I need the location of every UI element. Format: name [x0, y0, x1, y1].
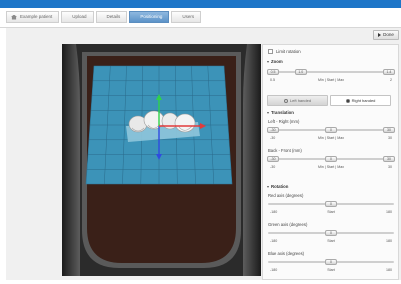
zoom-slider-track: [268, 71, 394, 73]
green-axis-scale: -180 Start 180: [268, 239, 394, 245]
left-right-start-handle[interactable]: 0: [325, 127, 337, 133]
crumb-positioning[interactable]: Positioning: [129, 11, 170, 23]
blue-axis-handle[interactable]: 0: [325, 259, 337, 265]
limit-rotation-label: Limit rotation: [276, 49, 301, 54]
scale-min: -30: [270, 136, 276, 140]
crumb-example-patient[interactable]: Example patient: [6, 11, 60, 23]
green-axis-label: Green axis (degrees): [268, 222, 308, 227]
crumb-label: Example patient: [20, 14, 53, 19]
collapse-icon: [267, 185, 269, 188]
scale-max: 180: [386, 268, 392, 272]
scale-min: 0.5: [270, 78, 275, 82]
scale-min: -180: [270, 268, 278, 272]
3d-viewport[interactable]: [62, 44, 261, 276]
left-handed-button[interactable]: Left handed: [267, 95, 328, 106]
scale-max: 30: [388, 136, 392, 140]
window-title-strip: [0, 0, 401, 8]
scale-mid: Min | Start | Max: [317, 165, 345, 169]
crumb-label: Details: [106, 14, 121, 19]
radio-icon: [283, 98, 288, 103]
zoom-slider[interactable]: 0.5 1.0 1.4: [267, 69, 395, 75]
back-front-label: Back - Front (mm): [268, 148, 302, 153]
zoom-scale: 0.5 Min | Start | Max 2: [268, 78, 394, 84]
blue-axis-label: Blue axis (degrees): [268, 251, 305, 256]
zoom-heading-label: Zoom: [271, 59, 283, 64]
right-handed-button[interactable]: Right handed: [330, 95, 391, 106]
viewport-right-wall: [243, 44, 261, 276]
crumb-users[interactable]: Users: [171, 11, 202, 23]
viewport-left-wall: [62, 44, 80, 276]
rotation-heading[interactable]: Rotation: [267, 184, 288, 189]
red-axis-handle[interactable]: 0: [325, 201, 337, 207]
settings-panel: Limit rotation Zoom 0.5 1.0 1.4 0.5 Min …: [262, 44, 399, 280]
zoom-max-handle[interactable]: 1.4: [382, 69, 395, 75]
scale-max: 180: [386, 210, 392, 214]
translation-heading-label: Translation: [271, 110, 294, 115]
crumb-label: Upload: [72, 14, 87, 19]
scale-mid: Min | Start | Max: [317, 78, 345, 82]
scale-max: 180: [386, 239, 392, 243]
green-axis-handle[interactable]: 0: [325, 230, 337, 236]
home-icon: [11, 14, 17, 20]
scale-min: -30: [270, 165, 276, 169]
crumb-details[interactable]: Details: [95, 11, 128, 23]
limit-rotation-checkbox[interactable]: [268, 49, 273, 54]
rotation-heading-label: Rotation: [271, 184, 289, 189]
scale-mid: Min | Start | Max: [317, 136, 345, 140]
left-right-scale: -30 Min | Start | Max 30: [268, 136, 394, 142]
scale-max: 30: [388, 165, 392, 169]
red-axis-slider[interactable]: 0: [268, 201, 394, 207]
crumb-label: Users: [182, 14, 195, 19]
left-right-max-handle[interactable]: 30: [382, 127, 395, 133]
play-icon: [378, 33, 382, 37]
left-right-slider[interactable]: -30 0 30: [267, 127, 395, 133]
collapse-icon: [267, 111, 269, 114]
breadcrumb: Example patient Upload Details Positioni…: [6, 10, 203, 24]
green-axis-slider[interactable]: 0: [268, 230, 394, 236]
zoom-start-handle[interactable]: 1.0: [294, 69, 307, 75]
scale-max: 2: [390, 78, 392, 82]
blue-axis-slider[interactable]: 0: [268, 259, 394, 265]
back-front-min-handle[interactable]: -30: [267, 156, 280, 162]
back-front-scale: -30 Min | Start | Max 30: [268, 165, 394, 171]
scale-mid: Start: [327, 268, 335, 272]
crumb-upload[interactable]: Upload: [61, 11, 94, 23]
left-right-label: Left - Right (mm): [268, 119, 300, 124]
scale-min: -180: [270, 210, 278, 214]
left-right-min-handle[interactable]: -30: [267, 127, 280, 133]
translation-heading[interactable]: Translation: [267, 110, 294, 115]
limit-rotation-row[interactable]: Limit rotation: [268, 49, 301, 54]
left-handed-label: Left handed: [289, 98, 312, 103]
application-window: Example patient Upload Details Positioni…: [0, 0, 401, 284]
zoom-min-handle[interactable]: 0.5: [267, 69, 280, 75]
scale-min: -180: [270, 239, 278, 243]
right-handed-label: Right handed: [351, 98, 376, 103]
crumb-label: Positioning: [140, 14, 163, 19]
back-front-max-handle[interactable]: 30: [382, 156, 395, 162]
done-button[interactable]: Done: [373, 30, 399, 40]
back-front-start-handle[interactable]: 0: [325, 156, 337, 162]
zoom-heading[interactable]: Zoom: [267, 59, 283, 64]
back-front-slider[interactable]: -30 0 30: [267, 156, 395, 162]
red-axis-label: Red axis (degrees): [268, 193, 304, 198]
collapse-icon: [267, 60, 269, 63]
red-axis-scale: -180 Start 180: [268, 210, 394, 216]
done-label: Done: [383, 32, 394, 37]
viewport-canvas[interactable]: [62, 44, 261, 276]
scale-mid: Start: [327, 210, 335, 214]
blue-axis-scale: -180 Start 180: [268, 268, 394, 274]
radio-selected-icon: [345, 98, 350, 103]
scale-mid: Start: [327, 239, 335, 243]
